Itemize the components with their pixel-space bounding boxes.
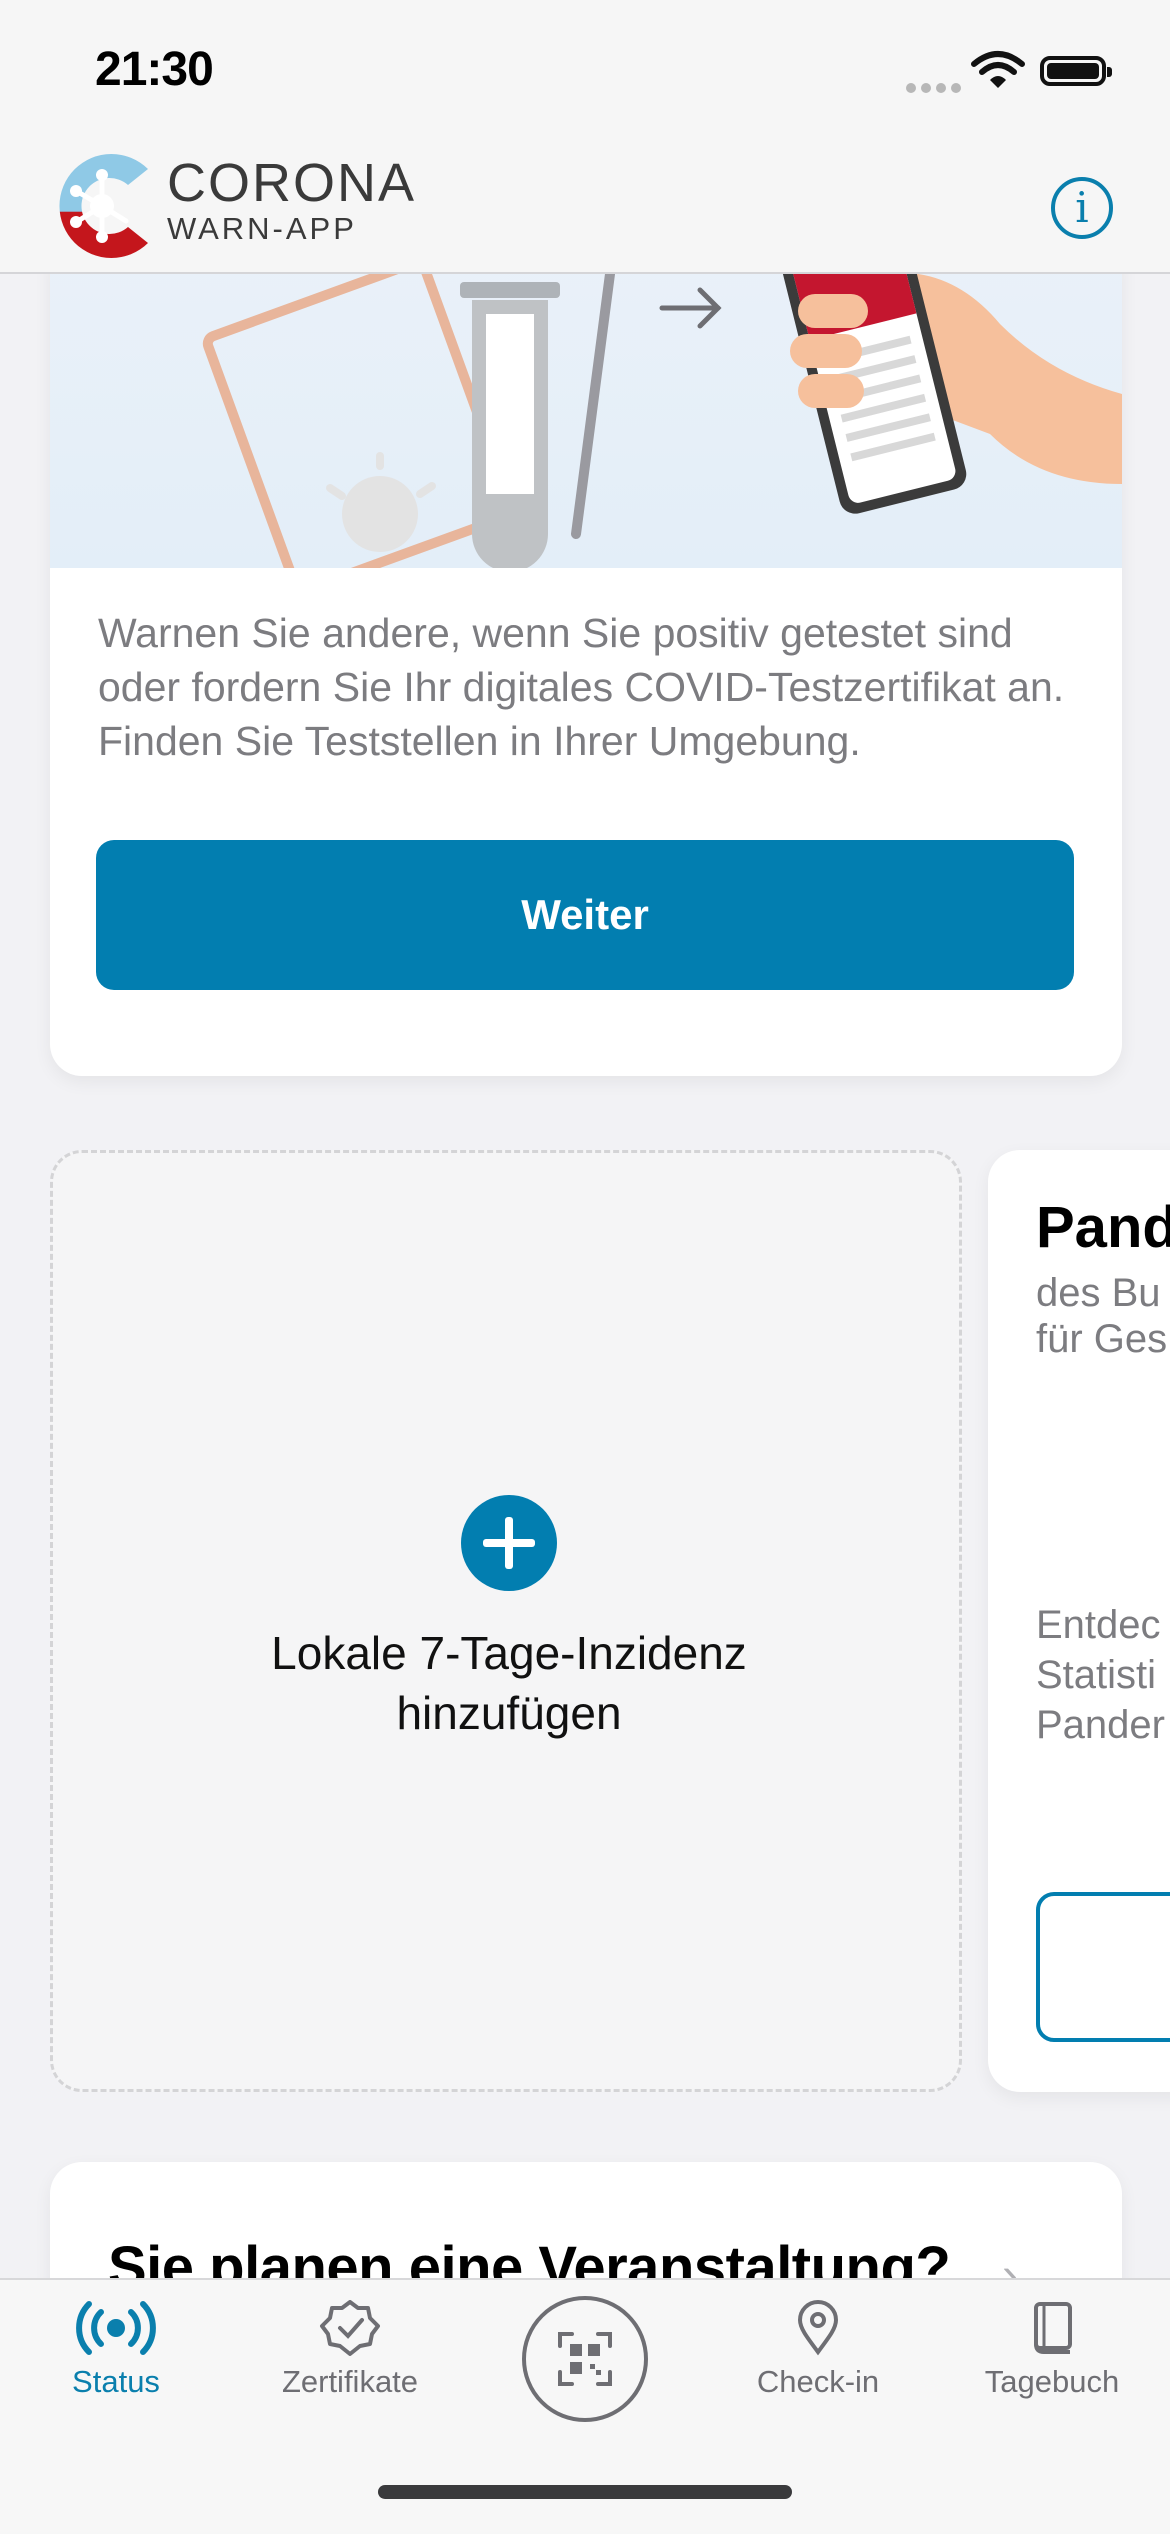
stats-desc-line: Statisti: [1036, 1653, 1157, 1697]
stats-card-subtitle: des Bu für Ges: [1036, 1270, 1167, 1362]
chevron-right-icon: ›: [1002, 2249, 1018, 2278]
stats-card-button[interactable]: [1036, 1892, 1170, 2042]
test-card-description: Warnen Sie andere, wenn Sie positiv gete…: [98, 610, 1065, 764]
event-card-title: Sie planen eine Veranstaltung?: [108, 2235, 951, 2278]
brand-wordmark: CORONA WARN-APP: [167, 155, 416, 247]
brand-subtitle: WARN-APP: [167, 211, 357, 246]
certificate-icon: [250, 2300, 450, 2356]
tab-checkin[interactable]: Check-in: [718, 2300, 918, 2400]
info-icon: i: [1075, 183, 1089, 232]
add-incidence-label: Lokale 7-Tage-Inzidenz hinzufügen: [271, 1627, 747, 1739]
tab-label: Tagebuch: [984, 2364, 1120, 2399]
status-time: 21:30: [95, 43, 214, 96]
tab-label: Status: [72, 2364, 160, 2399]
stats-card-description: Entdec Statisti Pander: [1036, 1600, 1165, 1750]
tab-diary[interactable]: Tagebuch: [952, 2300, 1152, 2400]
qr-scan-button[interactable]: [522, 2296, 648, 2422]
status-icon: [16, 2300, 216, 2356]
stats-desc-line: Entdec: [1036, 1603, 1161, 1647]
brand-title: CORONA: [167, 153, 417, 213]
home-scroll-content[interactable]: Warnen Sie andere, wenn Sie positiv gete…: [0, 274, 1170, 2278]
tab-label: Zertifikate: [281, 2364, 419, 2399]
event-planning-card[interactable]: Sie planen eine Veranstaltung? ›: [50, 2162, 1122, 2278]
diary-book-icon: [952, 2300, 1152, 2356]
location-pin-icon: [718, 2300, 918, 2356]
pandemic-statistics-card[interactable]: Pand des Bu für Ges Entdec Statisti Pand…: [988, 1150, 1170, 2092]
status-bar: 21:30: [0, 0, 1170, 140]
tab-status[interactable]: Status: [16, 2300, 216, 2400]
tab-certificates[interactable]: Zertifikate: [250, 2300, 450, 2400]
info-button[interactable]: i: [1051, 177, 1113, 239]
test-illustration: [50, 274, 1122, 596]
continue-button[interactable]: Weiter: [96, 840, 1074, 990]
test-registration-card: Warnen Sie andere, wenn Sie positiv gete…: [50, 274, 1122, 1076]
battery-icon: [1040, 56, 1112, 86]
tab-label: Check-in: [756, 2364, 880, 2399]
stats-subtitle-line: des Bu: [1036, 1271, 1161, 1315]
home-indicator[interactable]: [378, 2485, 792, 2499]
stats-subtitle-line: für Ges: [1036, 1317, 1168, 1361]
wifi-icon: [970, 50, 1026, 95]
app-logo-icon: [48, 147, 156, 265]
add-local-incidence-card[interactable]: Lokale 7-Tage-Inzidenz hinzufügen: [50, 1150, 962, 2092]
cellular-signal-icon: [906, 80, 966, 98]
stats-desc-line: Pander: [1036, 1703, 1165, 1747]
stats-card-title: Pand: [1036, 1195, 1170, 1260]
qr-scan-icon: [526, 2332, 644, 2422]
plus-icon: [461, 1495, 557, 1591]
